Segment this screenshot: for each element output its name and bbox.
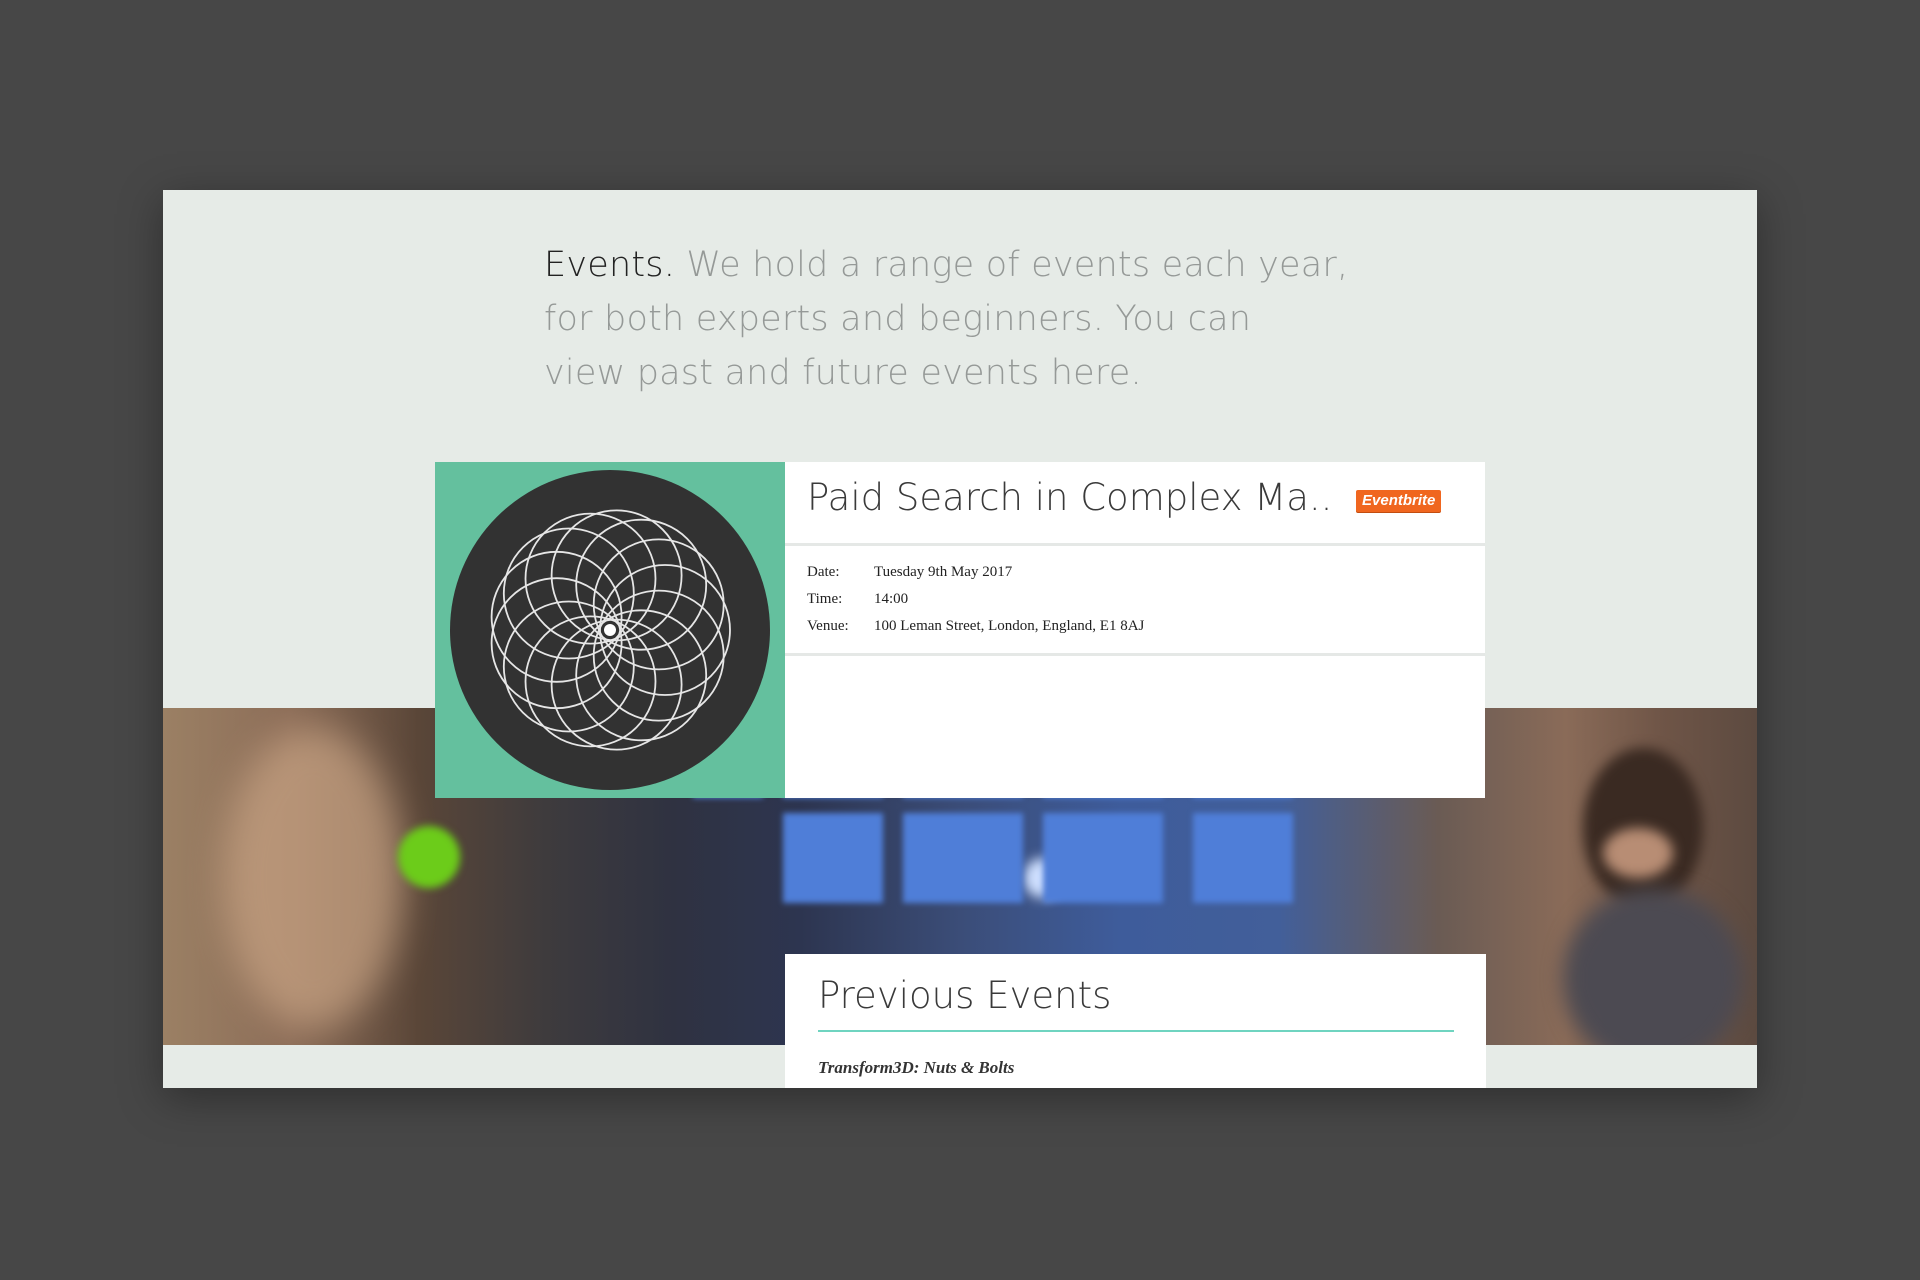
event-title[interactable]: Paid Search in Complex Ma.. (807, 476, 1332, 519)
previous-events-heading: Previous Events (818, 974, 1112, 1017)
event-thumbnail[interactable] (435, 462, 785, 798)
intro-line3: view past and future events here. (544, 353, 1142, 393)
intro-line2: for both experts and beginners. You can (544, 299, 1252, 339)
date-value: Tuesday 9th May 2017 (874, 564, 1013, 580)
previous-event-link[interactable]: Transform3D: Nuts & Bolts (818, 1058, 1014, 1078)
event-info: Paid Search in Complex Ma.. Eventbrite D… (785, 462, 1485, 798)
heading-divider (818, 1030, 1454, 1032)
events-page: Events. We hold a range of events each y… (163, 190, 1757, 1088)
event-details: Date: Tuesday 9th May 2017 Time: 14:00 Ven… (785, 546, 1485, 656)
upcoming-event-card[interactable]: Paid Search in Complex Ma.. Eventbrite D… (435, 462, 1485, 798)
intro-line1: We hold a range of events each year, (686, 245, 1349, 285)
event-title-row: Paid Search in Complex Ma.. Eventbrite (785, 462, 1485, 546)
date-label: Date: (807, 564, 840, 580)
events-intro: Events. We hold a range of events each y… (544, 238, 1404, 400)
time-value: 14:00 (874, 591, 909, 607)
venue-value: 100 Leman Street, London, England, E1 8A… (874, 618, 1145, 634)
rosette-logo-icon (450, 470, 770, 790)
eventbrite-badge[interactable]: Eventbrite (1356, 490, 1442, 512)
previous-events-panel: Previous Events Transform3D: Nuts & Bolt… (785, 954, 1486, 1088)
date-row: Date: Tuesday 9th May 2017 (807, 564, 1012, 581)
time-row: Time: 14:00 (807, 591, 908, 608)
time-label: Time: (807, 591, 843, 607)
intro-lead: Events. (544, 245, 676, 285)
venue-label: Venue: (807, 618, 849, 634)
venue-row: Venue: 100 Leman Street, London, England,… (807, 618, 1144, 635)
